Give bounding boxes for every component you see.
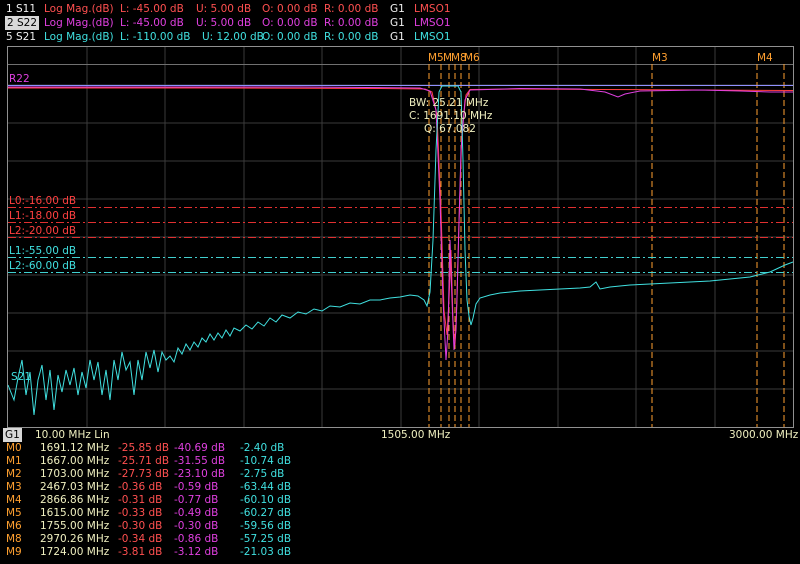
- marker-row[interactable]: M6 1755.00 MHz -0.30 dB -0.30 dB -59.56 dB: [0, 520, 300, 532]
- marker-frequency: 2970.26 MHz: [40, 533, 110, 545]
- marker-s21-value: -2.75 dB: [240, 468, 285, 480]
- marker-s11-value: -25.71 dB: [118, 455, 170, 467]
- marker-s22-value: -3.12 dB: [174, 546, 219, 558]
- stop-frequency: 3000.00 MHz: [729, 429, 799, 441]
- marker-name: M1: [6, 455, 22, 467]
- marker-frequency: 1703.00 MHz: [40, 468, 110, 480]
- marker-tag-m6[interactable]: M6: [464, 52, 480, 64]
- marker-frequency: 2866.86 MHz: [40, 494, 110, 506]
- marker-s21-value: -60.10 dB: [240, 494, 292, 506]
- marker-name: M6: [6, 520, 22, 532]
- marker-frequency: 1667.00 MHz: [40, 455, 110, 467]
- limit-labels: L0:-16.00 dB L1:-18.00 dB L2:-20.00 dB L…: [9, 195, 76, 272]
- bw-value: BW: 25.21 MHz: [409, 97, 489, 109]
- q-value: Q: 67.082: [424, 123, 476, 135]
- marker-s21-value: -21.03 dB: [240, 546, 292, 558]
- marker-s11-value: -0.34 dB: [118, 533, 163, 545]
- measurement-plot[interactable]: M5 M M8 M6 M3 M4 R22 L0:-16.00 dB L1:-18…: [0, 0, 800, 428]
- marker-tag-m5[interactable]: M5: [428, 52, 444, 64]
- marker-frequency: 1755.00 MHz: [40, 520, 110, 532]
- marker-row[interactable]: M0 1691.12 MHz -25.85 dB -40.69 dB -2.40 dB: [0, 442, 300, 454]
- center-value: C: 1691.10 MHz: [409, 110, 493, 122]
- marker-s21-value: -57.25 dB: [240, 533, 292, 545]
- marker-s22-value: -31.55 dB: [174, 455, 226, 467]
- marker-tag-m4[interactable]: M4: [757, 52, 773, 64]
- marker-frequency: 1724.00 MHz: [40, 546, 110, 558]
- marker-tag-m3[interactable]: M3: [652, 52, 668, 64]
- marker-s22-value: -0.30 dB: [174, 520, 219, 532]
- marker-frequency: 2467.03 MHz: [40, 481, 110, 493]
- marker-row[interactable]: M4 2866.86 MHz -0.31 dB -0.77 dB -60.10 dB: [0, 494, 300, 506]
- marker-s11-value: -0.36 dB: [118, 481, 163, 493]
- marker-s21-value: -60.27 dB: [240, 507, 292, 519]
- limit-label: L2:-60.00 dB: [9, 260, 76, 272]
- group-label[interactable]: G1: [3, 428, 22, 442]
- marker-s22-value: -0.77 dB: [174, 494, 219, 506]
- marker-s22-value: -40.69 dB: [174, 442, 226, 454]
- marker-name: M0: [6, 442, 22, 454]
- marker-s11-value: -25.85 dB: [118, 442, 170, 454]
- marker-s11-value: -3.81 dB: [118, 546, 163, 558]
- marker-s21-value: -63.44 dB: [240, 481, 292, 493]
- marker-s21-value: -59.56 dB: [240, 520, 292, 532]
- marker-row[interactable]: M3 2467.03 MHz -0.36 dB -0.59 dB -63.44 dB: [0, 481, 300, 493]
- marker-s11-value: -0.31 dB: [118, 494, 163, 506]
- marker-row[interactable]: M5 1615.00 MHz -0.33 dB -0.49 dB -60.27 dB: [0, 507, 300, 519]
- limit-label: L2:-20.00 dB: [9, 225, 76, 237]
- marker-row[interactable]: M1 1667.00 MHz -25.71 dB -31.55 dB -10.74 dB: [0, 455, 300, 467]
- marker-frequency: 1615.00 MHz: [40, 507, 110, 519]
- marker-s21-value: -2.40 dB: [240, 442, 285, 454]
- marker-name: M5: [6, 507, 22, 519]
- marker-tags: M5 M M8 M6 M3 M4: [428, 52, 773, 64]
- marker-s22-value: -23.10 dB: [174, 468, 226, 480]
- marker-name: M2: [6, 468, 22, 480]
- marker-row[interactable]: M8 2970.26 MHz -0.34 dB -0.86 dB -57.25 dB: [0, 533, 300, 545]
- marker-row[interactable]: M9 1724.00 MHz -3.81 dB -3.12 dB -21.03 dB: [0, 546, 300, 558]
- limit-label: L1:-18.00 dB: [9, 210, 76, 222]
- trace-label-s21: S21: [11, 371, 31, 383]
- marker-s21-value: -10.74 dB: [240, 455, 292, 467]
- marker-s11-value: -0.30 dB: [118, 520, 163, 532]
- marker-row[interactable]: M2 1703.00 MHz -27.73 dB -23.10 dB -2.75 dB: [0, 468, 300, 480]
- marker-name: M9: [6, 546, 22, 558]
- start-frequency: 10.00 MHz Lin: [35, 429, 110, 441]
- sweep-status-bar: G1 10.00 MHz Lin 1505.00 MHz 3000.00 MHz: [0, 428, 800, 442]
- marker-name: M3: [6, 481, 22, 493]
- marker-name: M4: [6, 494, 22, 506]
- marker-s22-value: -0.59 dB: [174, 481, 219, 493]
- bandwidth-annotation: BW: 25.21 MHz C: 1691.10 MHz Q: 67.082: [409, 97, 493, 135]
- marker-s11-value: -27.73 dB: [118, 468, 170, 480]
- marker-frequency: 1691.12 MHz: [40, 442, 110, 454]
- marker-s11-value: -0.33 dB: [118, 507, 163, 519]
- marker-s22-value: -0.86 dB: [174, 533, 219, 545]
- limit-label: L0:-16.00 dB: [9, 195, 76, 207]
- limit-label: L1:-55.00 dB: [9, 245, 76, 257]
- marker-name: M8: [6, 533, 22, 545]
- center-frequency: 1505.00 MHz: [381, 429, 451, 441]
- reference-label: R22: [9, 73, 30, 85]
- marker-s22-value: -0.49 dB: [174, 507, 219, 519]
